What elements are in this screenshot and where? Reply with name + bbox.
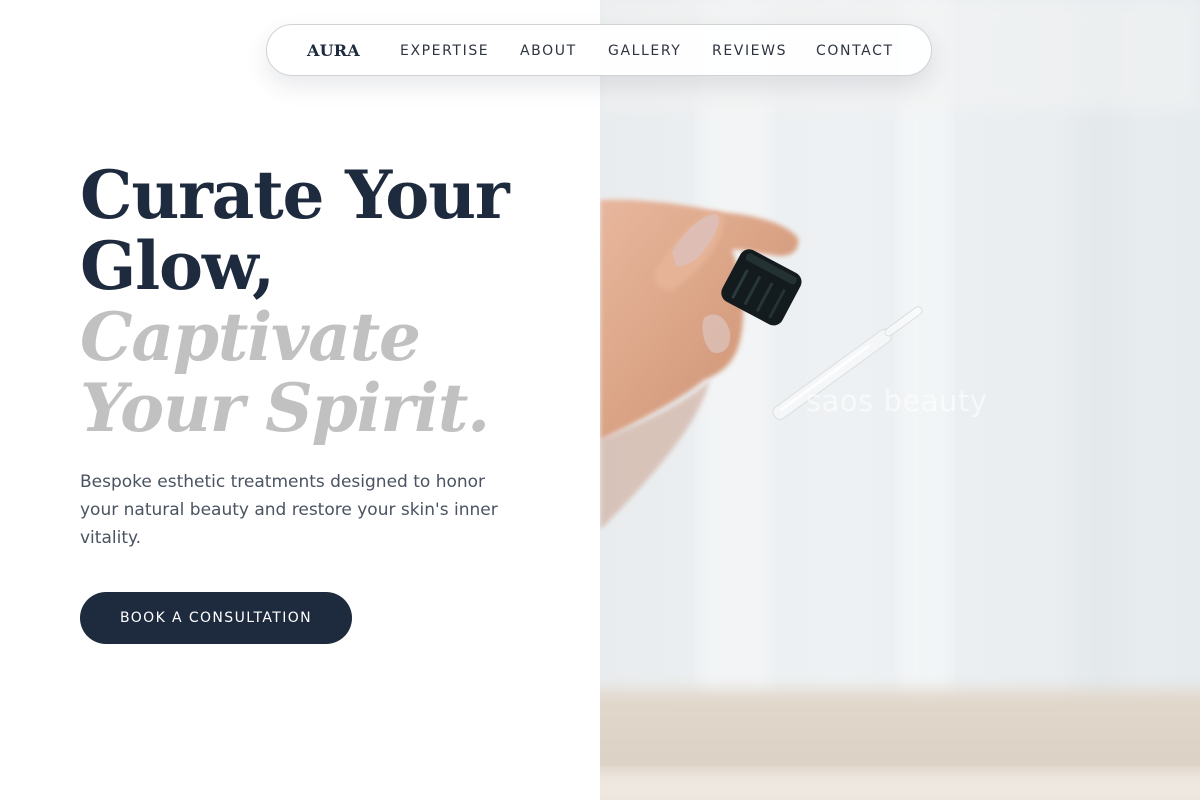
main-nav: AURA EXPERTISE ABOUT GALLERY REVIEWS CON…: [266, 24, 932, 76]
headline-line-1: Curate Your: [80, 156, 510, 234]
book-consultation-button[interactable]: BOOK A CONSULTATION: [80, 592, 352, 644]
nav-link-gallery[interactable]: GALLERY: [608, 43, 681, 59]
nav-link-contact[interactable]: CONTACT: [816, 43, 894, 59]
nav-link-about[interactable]: ABOUT: [520, 43, 577, 59]
hero-headline: Curate Your Glow, Captivate Your Spirit.: [80, 156, 510, 447]
hero-description: Bespoke esthetic treatments designed to …: [80, 472, 498, 548]
headline-line-3: Captivate: [80, 298, 421, 376]
brand-logo[interactable]: AURA: [307, 41, 360, 60]
headline-line-2: Glow,: [80, 227, 275, 305]
hero-image-dropper: saos beauty: [600, 0, 1200, 800]
nav-link-expertise[interactable]: EXPERTISE: [400, 43, 489, 59]
headline-line-4: Your Spirit.: [80, 369, 490, 447]
nav-link-reviews[interactable]: REVIEWS: [712, 43, 787, 59]
watermark-text: saos beauty: [806, 384, 988, 418]
